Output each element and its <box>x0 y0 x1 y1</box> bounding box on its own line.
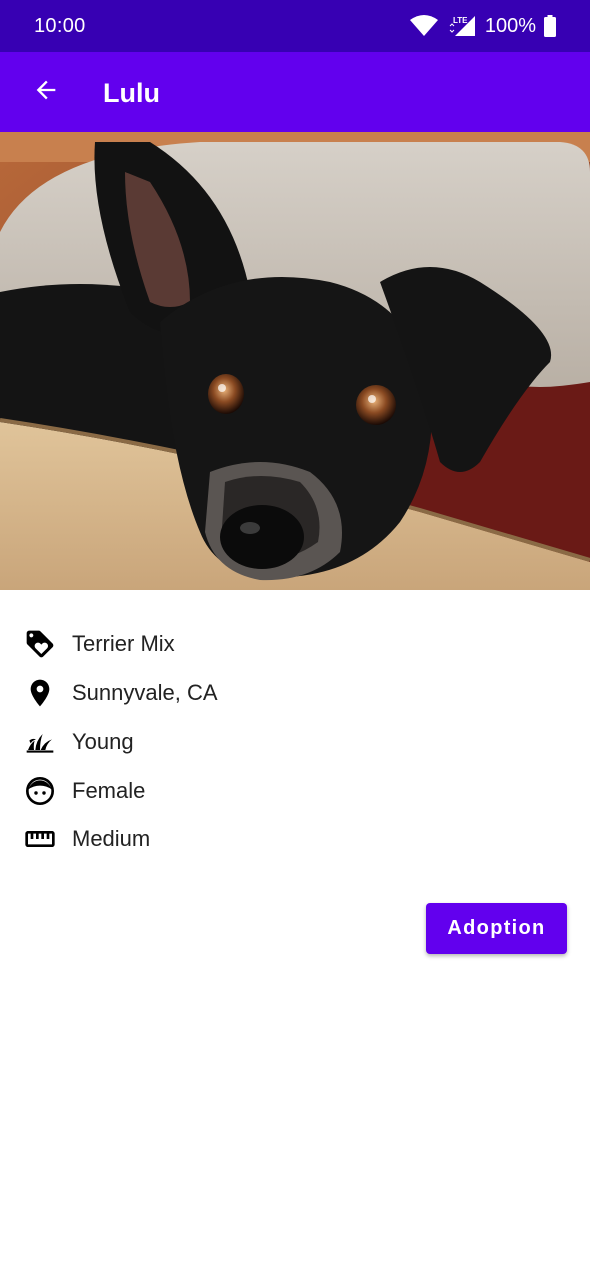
battery-percent: 100% <box>484 14 536 37</box>
status-time: 10:00 <box>34 15 86 37</box>
tag-icon <box>24 628 56 660</box>
arrow-back-icon <box>32 76 60 109</box>
pet-photo <box>0 132 590 590</box>
battery-icon <box>544 15 556 37</box>
cell-signal-icon: LTE <box>447 14 477 38</box>
sprout-icon <box>24 726 56 758</box>
face-icon <box>24 775 56 807</box>
ruler-icon <box>24 823 56 855</box>
back-button[interactable] <box>20 66 72 118</box>
detail-label: Young <box>72 729 134 754</box>
detail-size: Medium <box>0 815 590 863</box>
detail-gender: Female <box>0 767 590 815</box>
detail-breed: Terrier Mix <box>0 620 590 668</box>
detail-label: Female <box>72 778 146 803</box>
status-icons: LTE 100% <box>409 0 556 52</box>
wifi-icon <box>409 15 439 37</box>
detail-age: Young <box>0 718 590 766</box>
detail-location: Sunnyvale, CA <box>0 669 590 717</box>
status-bar: 10:00 LTE 100% <box>0 0 590 52</box>
adoption-button[interactable]: Adoption <box>426 903 567 954</box>
app-bar: Lulu <box>0 52 590 132</box>
location-pin-icon <box>24 677 56 709</box>
detail-label: Terrier Mix <box>72 631 175 656</box>
detail-label: Medium <box>72 826 151 851</box>
network-type: LTE <box>453 16 468 25</box>
detail-label: Sunnyvale, CA <box>72 680 218 705</box>
page-title: Lulu <box>103 78 160 108</box>
